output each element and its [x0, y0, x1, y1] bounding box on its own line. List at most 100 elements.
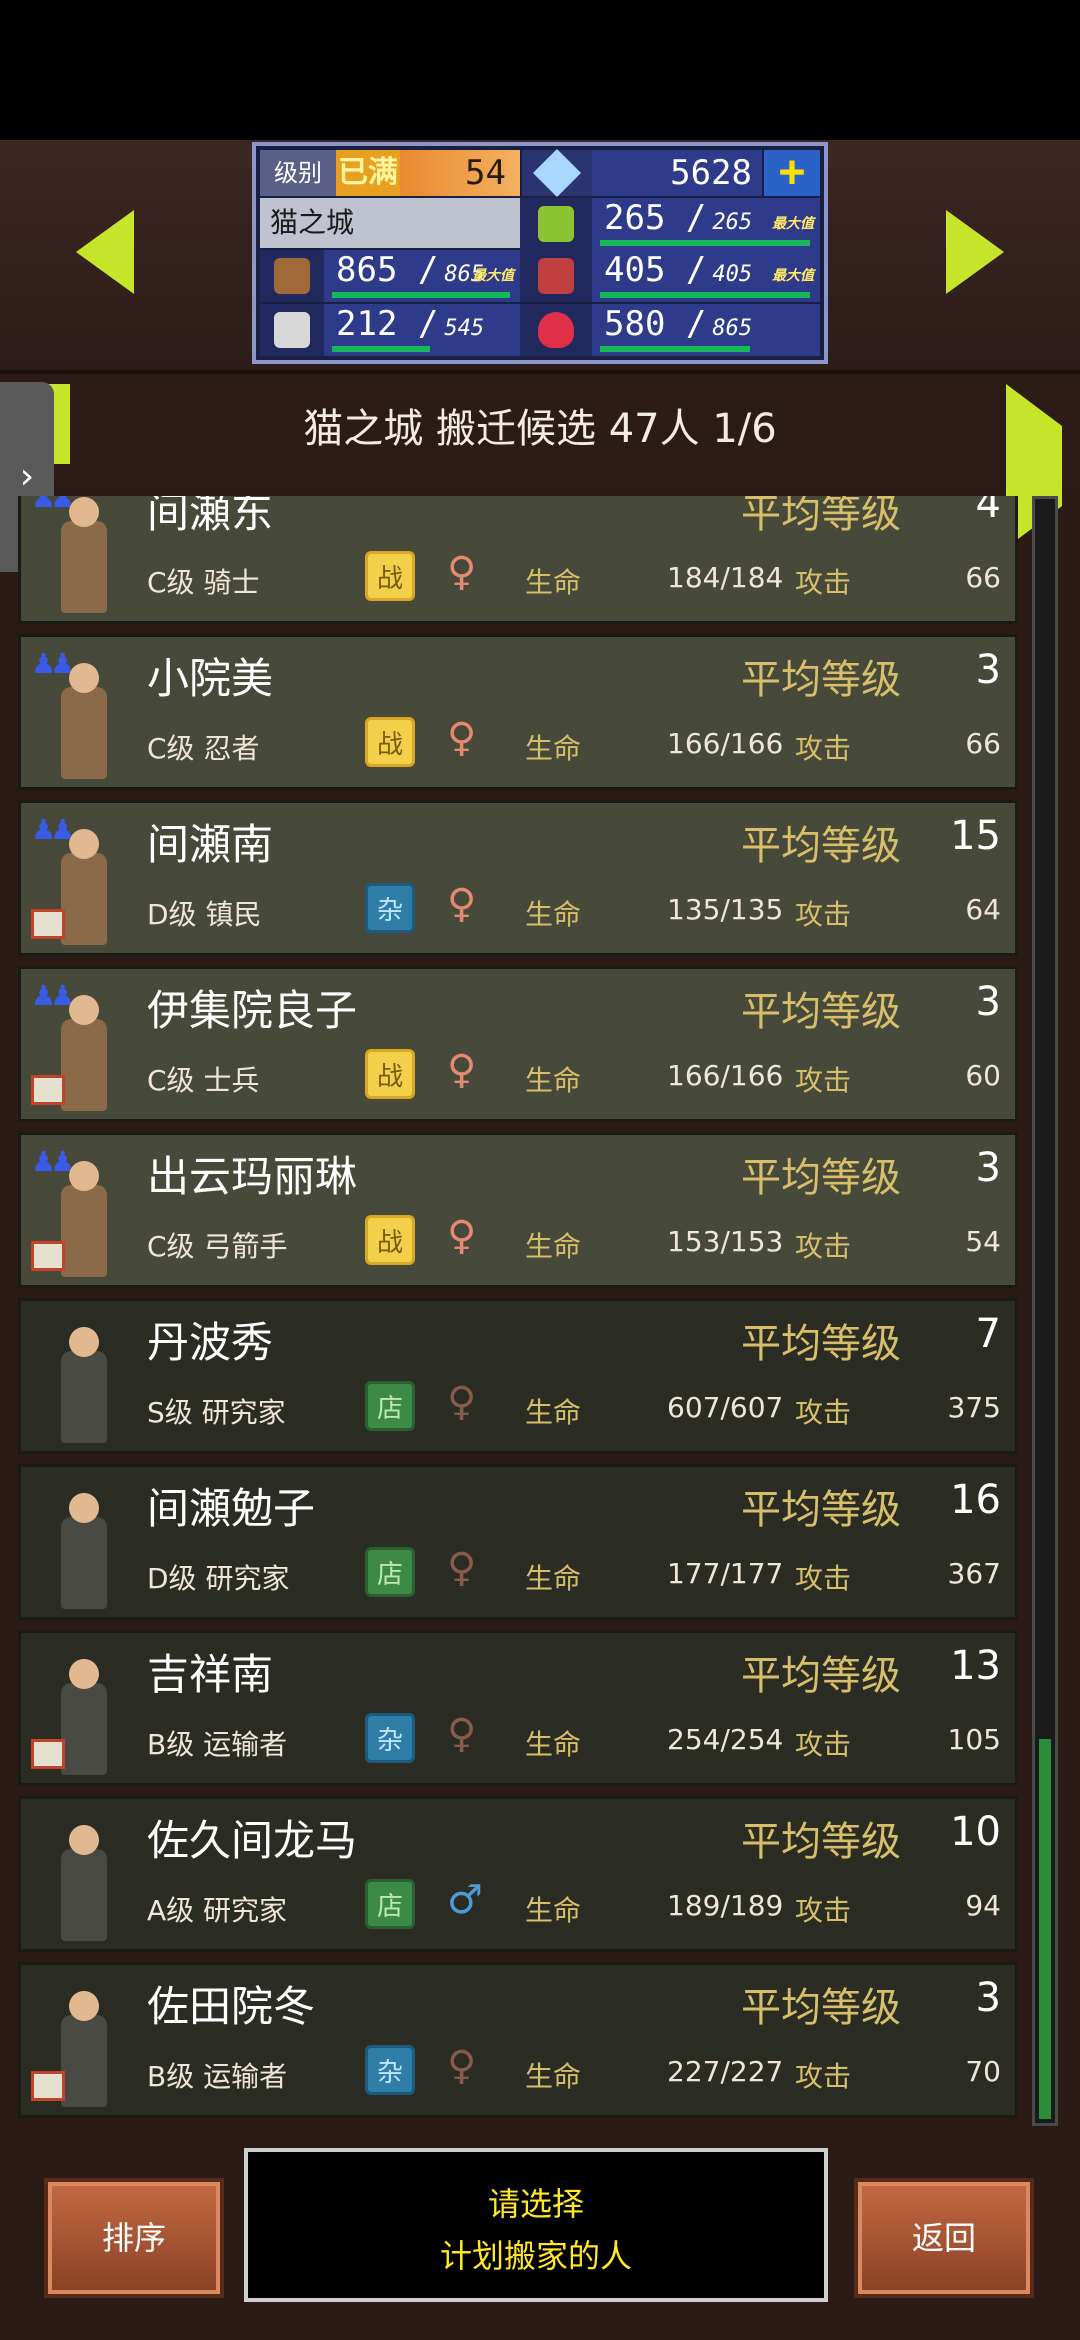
- character-name: 出云玛丽琳: [147, 1152, 358, 1201]
- house-icon: [31, 2071, 65, 2101]
- avg-level-label: 平均等级: [741, 1487, 901, 1533]
- attack-value: 105: [947, 1723, 1001, 1756]
- job-type-badge: 杂: [365, 2045, 415, 2095]
- food-resource: 405 /405 最大值: [592, 250, 820, 302]
- list-item[interactable]: 丹波秀 平均等级 7 S级 研究家 店 ♀ 生命 607/607 攻击 375: [18, 1298, 1018, 1454]
- job-rank: A级 研究家: [147, 1894, 288, 1927]
- attack-label: 攻击: [795, 1562, 852, 1595]
- attack-label: 攻击: [795, 1396, 852, 1429]
- hp-label: 生命: [525, 1064, 582, 1097]
- attack-label: 攻击: [795, 566, 852, 599]
- hp-label: 生命: [525, 1728, 582, 1761]
- page-title: 猫之城 搬迁候选 47人 1/6: [303, 406, 777, 452]
- attack-value: 54: [965, 1225, 1001, 1258]
- candidate-list[interactable]: ♟♟ 间瀬东 平均等级 4 C级 骑士 战 ♀ 生命 184/184 攻击 66…: [18, 496, 1018, 2126]
- list-item[interactable]: 吉祥南 平均等级 13 B级 运输者 杂 ♀ 生命 254/254 攻击 105: [18, 1630, 1018, 1786]
- family-icon: ♟♟: [31, 979, 75, 1012]
- avg-level-label: 平均等级: [741, 496, 901, 537]
- character-name: 间瀬勉子: [147, 1484, 316, 1533]
- hp-label: 生命: [525, 1230, 582, 1263]
- back-button[interactable]: 返回: [854, 2178, 1034, 2298]
- job-rank: S级 研究家: [147, 1396, 286, 1429]
- list-item[interactable]: ♟♟ 小院美 平均等级 3 C级 忍者 战 ♀ 生命 166/166 攻击 66: [18, 634, 1018, 790]
- list-item[interactable]: 佐久间龙马 平均等级 10 A级 研究家 店 ♂ 生命 189/189 攻击 9…: [18, 1796, 1018, 1952]
- stone-icon: [260, 304, 324, 356]
- stone-resource: 212 /545: [324, 304, 520, 356]
- job-type-badge: 战: [365, 1049, 415, 1099]
- attack-label: 攻击: [795, 1230, 852, 1263]
- character-sprite-icon: [61, 1161, 107, 1277]
- job-rank: D级 镇民: [147, 898, 262, 931]
- character-name: 丹波秀: [147, 1318, 274, 1367]
- hp-value: 177/177: [667, 1557, 784, 1590]
- avg-level-label: 平均等级: [741, 657, 901, 703]
- character-name: 佐田院冬: [147, 1982, 316, 2031]
- job-type-badge: 店: [365, 1879, 415, 1929]
- job-type-badge: 店: [365, 1547, 415, 1597]
- character-sprite-icon: [61, 1659, 107, 1775]
- job-rank: C级 士兵: [147, 1064, 260, 1097]
- level-value: 7: [975, 1311, 1001, 1357]
- hp-label: 生命: [525, 566, 582, 599]
- character-sprite-icon: [61, 829, 107, 945]
- attack-value: 66: [965, 561, 1001, 594]
- attack-value: 94: [965, 1889, 1001, 1922]
- avg-level-label: 平均等级: [741, 1155, 901, 1201]
- list-scrollbar[interactable]: [1032, 496, 1058, 2126]
- character-portrait: [31, 1643, 131, 1779]
- list-item[interactable]: ♟♟ 间瀬东 平均等级 4 C级 骑士 战 ♀ 生命 184/184 攻击 66: [18, 496, 1018, 624]
- list-item[interactable]: 间瀬勉子 平均等级 16 D级 研究家 店 ♀ 生命 177/177 攻击 36…: [18, 1464, 1018, 1620]
- female-icon: ♀: [447, 1379, 477, 1425]
- job-rank: B级 运输者: [147, 2060, 288, 2093]
- ruby-resource: 580 /865: [592, 304, 820, 356]
- hp-label: 生命: [525, 2060, 582, 2093]
- character-sprite-icon: [61, 1825, 107, 1941]
- attack-value: 367: [947, 1557, 1001, 1590]
- grass-icon: [520, 198, 592, 250]
- food-icon: [520, 250, 592, 302]
- female-icon: ♀: [447, 1545, 477, 1591]
- level-value: 10: [950, 1809, 1001, 1855]
- female-icon: ♀: [447, 715, 477, 761]
- list-item[interactable]: ♟♟ 间瀬南 平均等级 15 D级 镇民 杂 ♀ 生命 135/135 攻击 6…: [18, 800, 1018, 956]
- female-icon: ♀: [447, 881, 477, 927]
- sort-button[interactable]: 排序: [44, 2178, 224, 2298]
- scrollbar-thumb[interactable]: [1039, 1739, 1051, 2119]
- attack-value: 70: [965, 2055, 1001, 2088]
- house-icon: [31, 1241, 65, 1271]
- hp-value: 227/227: [667, 2055, 784, 2088]
- prev-town-arrow-icon[interactable]: [76, 210, 134, 294]
- job-rank: C级 弓箭手: [147, 1230, 288, 1263]
- resource-panel: 级别 已满 54 5628 + 猫之城 265 /265 最大值 865 /86…: [252, 142, 828, 364]
- job-type-badge: 杂: [365, 1713, 415, 1763]
- list-item[interactable]: 佐田院冬 平均等级 3 B级 运输者 杂 ♀ 生命 227/227 攻击 70: [18, 1962, 1018, 2118]
- hp-label: 生命: [525, 898, 582, 931]
- add-gems-button[interactable]: +: [764, 150, 820, 196]
- job-type-badge: 战: [365, 717, 415, 767]
- family-icon: ♟♟: [31, 647, 75, 680]
- hp-value: 607/607: [667, 1391, 784, 1424]
- hp-value: 166/166: [667, 727, 784, 760]
- female-icon: ♀: [447, 1711, 477, 1757]
- list-item[interactable]: ♟♟ 伊集院良子 平均等级 3 C级 士兵 战 ♀ 生命 166/166 攻击 …: [18, 966, 1018, 1122]
- character-sprite-icon: [61, 1493, 107, 1609]
- job-type-badge: 杂: [365, 883, 415, 933]
- character-name: 伊集院良子: [147, 986, 358, 1035]
- attack-value: 375: [947, 1391, 1001, 1424]
- job-rank: B级 运输者: [147, 1728, 288, 1761]
- female-icon: ♀: [447, 1213, 477, 1259]
- next-town-arrow-icon[interactable]: [946, 210, 1004, 294]
- hp-label: 生命: [525, 1894, 582, 1927]
- character-portrait: [31, 1975, 131, 2111]
- level-label: 级别: [260, 150, 336, 196]
- avg-level-label: 平均等级: [741, 1819, 901, 1865]
- character-name: 吉祥南: [147, 1650, 274, 1699]
- character-name: 小院美: [147, 654, 274, 703]
- job-type-badge: 店: [365, 1381, 415, 1431]
- hp-label: 生命: [525, 1396, 582, 1429]
- level-value: 3: [975, 1145, 1001, 1191]
- character-portrait: [31, 1477, 131, 1613]
- list-item[interactable]: ♟♟ 出云玛丽琳 平均等级 3 C级 弓箭手 战 ♀ 生命 153/153 攻击…: [18, 1132, 1018, 1288]
- wood-resource: 865 /865 最大值: [324, 250, 520, 302]
- level-value: 3: [975, 979, 1001, 1025]
